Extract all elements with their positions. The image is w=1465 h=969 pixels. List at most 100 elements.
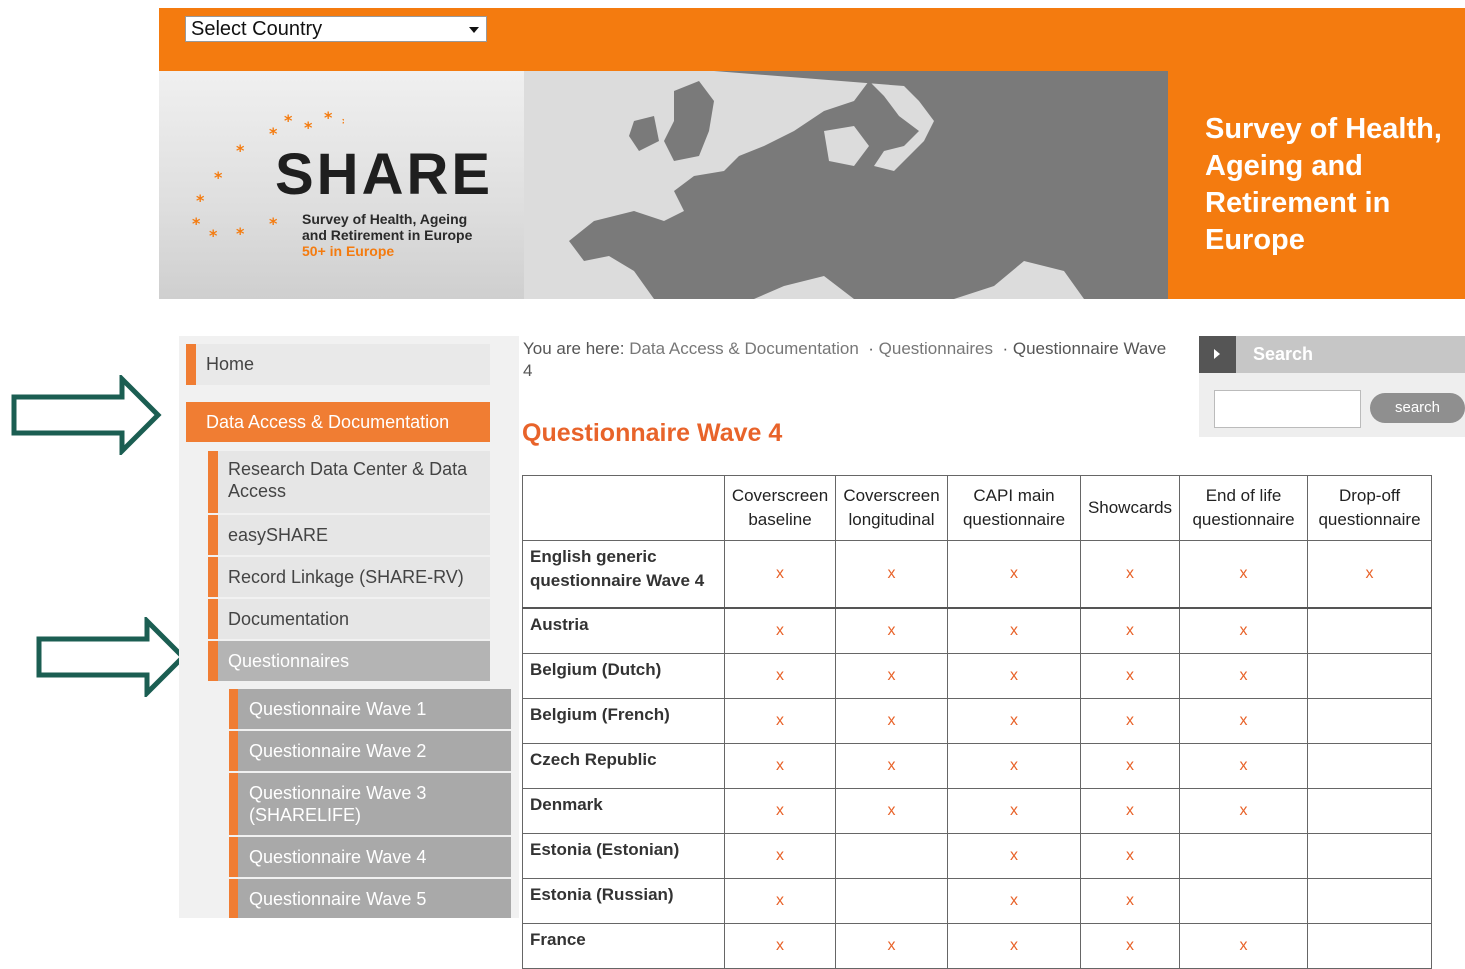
sidebar-item-label: easySHARE <box>228 525 329 545</box>
svg-text:*: * <box>304 118 313 137</box>
questionnaire-link[interactable]: x <box>1179 788 1308 834</box>
table-row: Estonia (Russian) x x x <box>522 878 1432 924</box>
questionnaire-link[interactable]: x <box>1080 923 1180 969</box>
questionnaire-link[interactable]: x <box>835 540 948 609</box>
banner-tagline: Survey of Health, Ageing and Retirement … <box>1205 113 1442 256</box>
row-label: France <box>522 923 725 969</box>
empty-cell <box>1307 878 1432 924</box>
questionnaire-link[interactable]: x <box>835 698 948 744</box>
questionnaire-link[interactable]: x <box>1080 743 1180 789</box>
country-select-label: Select Country <box>191 18 323 40</box>
breadcrumb-link-questionnaires[interactable]: Questionnaires <box>879 339 993 358</box>
questionnaire-link[interactable]: x <box>947 653 1081 699</box>
row-label: Czech Republic <box>522 743 725 789</box>
row-label: Estonia (Russian) <box>522 878 725 924</box>
sidebar-item-label: Home <box>206 354 255 374</box>
svg-text:*: * <box>214 168 223 187</box>
sidebar-item-label: Documentation <box>228 609 350 629</box>
questionnaire-link[interactable]: x <box>1080 653 1180 699</box>
table-header: Drop-off questionnaire <box>1307 475 1432 541</box>
sidebar-item-record-linkage[interactable]: Record Linkage (SHARE-RV) <box>208 557 490 597</box>
questionnaire-link[interactable]: x <box>724 878 836 924</box>
questionnaire-link[interactable]: x <box>724 788 836 834</box>
sidebar-item-label: Questionnaire Wave 2 <box>249 741 427 761</box>
questionnaire-link[interactable]: x <box>1179 743 1308 789</box>
svg-text:*: * <box>209 226 218 245</box>
questionnaire-link[interactable]: x <box>835 743 948 789</box>
sidebar-item-questionnaire-wave-1[interactable]: Questionnaire Wave 1 <box>229 689 511 729</box>
questionnaire-link[interactable]: x <box>724 607 836 654</box>
questionnaire-link[interactable]: x <box>724 743 836 789</box>
svg-text:*: * <box>284 111 293 130</box>
table-row: Denmark x x x x x <box>522 788 1432 834</box>
sidebar-item-easyshare[interactable]: easySHARE <box>208 515 490 555</box>
sidebar-item-home[interactable]: Home <box>186 344 490 385</box>
empty-cell <box>1307 788 1432 834</box>
empty-cell <box>1307 833 1432 879</box>
table-header: Coverscreen longitudinal <box>835 475 948 541</box>
search-header: Search <box>1199 336 1465 373</box>
questionnaire-link[interactable]: x <box>947 923 1081 969</box>
share-logo[interactable]: *** *** *** *** SHARE Survey of Health, … <box>159 71 524 299</box>
questionnaire-link[interactable]: x <box>947 607 1081 654</box>
questionnaire-link[interactable]: x <box>1080 788 1180 834</box>
questionnaire-link[interactable]: x <box>1179 698 1308 744</box>
row-label: Belgium (Dutch) <box>522 653 725 699</box>
questionnaire-link[interactable]: x <box>1179 923 1308 969</box>
svg-text:*: * <box>342 114 344 133</box>
sidebar-item-questionnaire-wave-2[interactable]: Questionnaire Wave 2 <box>229 731 511 771</box>
table-row: Belgium (French) x x x x x <box>522 698 1432 744</box>
empty-cell <box>835 878 948 924</box>
questionnaire-link[interactable]: x <box>947 540 1081 609</box>
sidebar-item-data-access[interactable]: Data Access & Documentation <box>186 402 490 442</box>
questionnaire-link[interactable]: x <box>1080 540 1180 609</box>
sidebar-item-documentation[interactable]: Documentation <box>208 599 490 639</box>
questionnaire-link[interactable]: x <box>835 788 948 834</box>
questionnaire-link[interactable]: x <box>947 698 1081 744</box>
search-input[interactable] <box>1214 390 1361 428</box>
europe-map <box>524 71 1168 299</box>
logo-subtitle-line2: and Retirement in Europe <box>302 227 473 243</box>
questionnaire-link[interactable]: x <box>724 923 836 969</box>
search-button[interactable]: search <box>1370 393 1465 423</box>
sidebar-item-questionnaires[interactable]: Questionnaires <box>208 641 490 681</box>
questionnaire-link[interactable]: x <box>1307 540 1432 609</box>
questionnaire-link[interactable]: x <box>1179 540 1308 609</box>
questionnaire-link[interactable]: x <box>724 833 836 879</box>
country-select[interactable]: Select Country <box>185 16 487 42</box>
questionnaire-link[interactable]: x <box>947 878 1081 924</box>
logo-subtitle-line1: Survey of Health, Ageing <box>302 211 468 227</box>
questionnaire-link[interactable]: x <box>1080 833 1180 879</box>
table-row: English generic questionnaire Wave 4xxxx… <box>522 540 1432 609</box>
questionnaire-link[interactable]: x <box>947 743 1081 789</box>
row-label: Belgium (French) <box>522 698 725 744</box>
questionnaire-link[interactable]: x <box>1080 878 1180 924</box>
questionnaire-link[interactable]: x <box>1179 653 1308 699</box>
sidebar-item-label: Questionnaire Wave 5 <box>249 889 427 909</box>
questionnaire-link[interactable]: x <box>947 833 1081 879</box>
banner: *** *** *** *** SHARE Survey of Health, … <box>159 71 1465 299</box>
svg-text:*: * <box>192 214 201 233</box>
svg-text:*: * <box>269 214 278 233</box>
questionnaire-link[interactable]: x <box>835 653 948 699</box>
sidebar-item-questionnaire-wave-4[interactable]: Questionnaire Wave 4 <box>229 837 511 877</box>
questionnaire-link[interactable]: x <box>1080 607 1180 654</box>
empty-cell <box>1307 607 1432 654</box>
questionnaire-link[interactable]: x <box>1179 607 1308 654</box>
questionnaire-link[interactable]: x <box>724 698 836 744</box>
questionnaire-link[interactable]: x <box>835 923 948 969</box>
row-label: Denmark <box>522 788 725 834</box>
banner-tagline-panel: Survey of Health, Ageing and Retirement … <box>1168 71 1465 299</box>
questionnaire-link[interactable]: x <box>1080 698 1180 744</box>
sidebar-item-label: Questionnaire Wave 4 <box>249 847 427 867</box>
table-row: France x x x x x <box>522 923 1432 969</box>
sidebar-item-research-data-center[interactable]: Research Data Center & Data Access <box>208 451 490 513</box>
breadcrumb-link-data-access[interactable]: Data Access & Documentation <box>629 339 859 358</box>
sidebar-item-questionnaire-wave-3[interactable]: Questionnaire Wave 3 (SHARELIFE) <box>229 773 511 835</box>
questionnaire-link[interactable]: x <box>947 788 1081 834</box>
questionnaire-link[interactable]: x <box>835 607 948 654</box>
questionnaire-link[interactable]: x <box>724 540 836 609</box>
sidebar-item-questionnaire-wave-5[interactable]: Questionnaire Wave 5 <box>229 879 511 918</box>
sidebar-item-label: Questionnaire Wave 1 <box>249 699 427 719</box>
questionnaire-link[interactable]: x <box>724 653 836 699</box>
